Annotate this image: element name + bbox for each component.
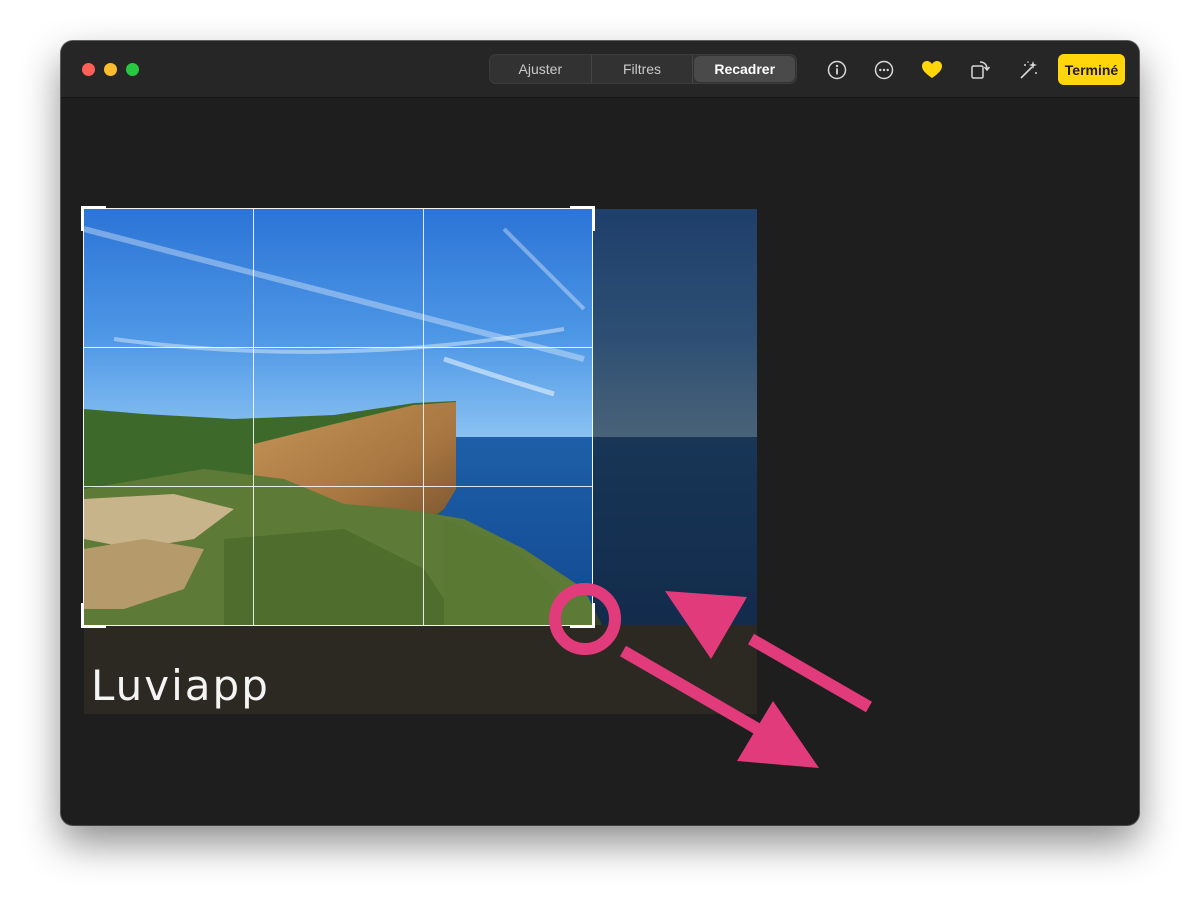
arrow-outward-icon [619,645,819,768]
highlight-circle-icon [549,583,621,655]
annotation-overlay [549,583,872,768]
photos-edit-window: Ajuster Filtres Recadrer Terminé Luviapp [61,41,1139,825]
